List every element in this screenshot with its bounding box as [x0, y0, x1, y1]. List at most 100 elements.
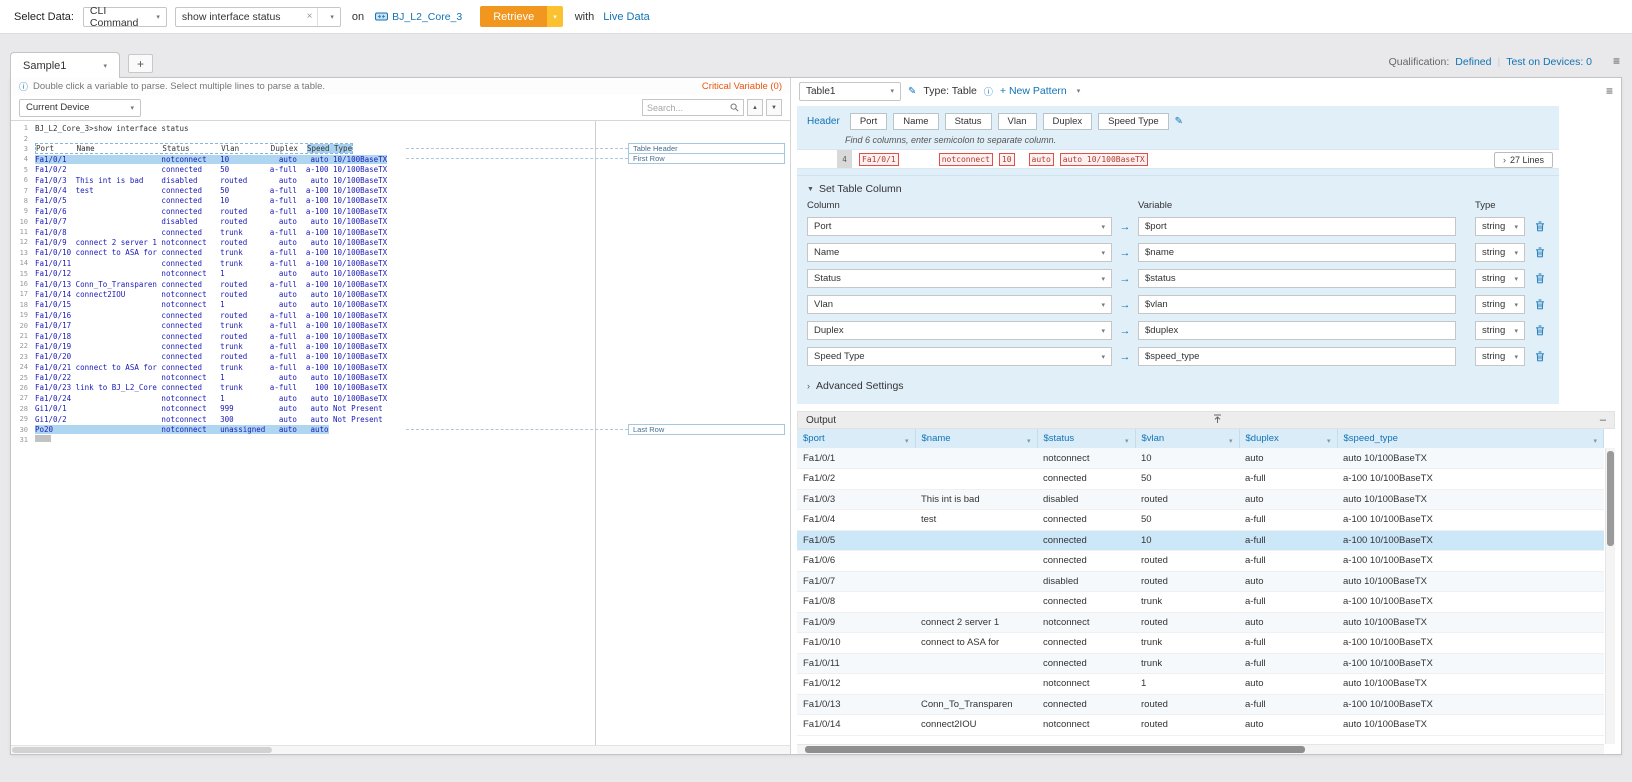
table-row[interactable]: Fa1/0/14connect2IOUnotconnectroutedautoa… [797, 715, 1604, 736]
code-line[interactable]: 4Fa1/0/1 notconnect 10 auto auto 10/100B… [11, 154, 595, 164]
code-line[interactable]: 6Fa1/0/3 This int is bad disabled routed… [11, 175, 595, 185]
code-line[interactable]: 19Fa1/0/16 connected routed a-full a-100… [11, 310, 595, 320]
type-select[interactable]: string▾ [1475, 243, 1525, 262]
code-line[interactable]: 20Fa1/0/17 connected trunk a-full a-100 … [11, 320, 595, 330]
code-line[interactable]: 9Fa1/0/6 connected routed a-full a-100 1… [11, 206, 595, 216]
editor-horizontal-scrollbar[interactable] [11, 745, 790, 754]
output-column-header[interactable]: $speed_type▾ [1337, 429, 1604, 448]
tabbar-menu-icon[interactable]: ≡ [1613, 54, 1620, 68]
code-line[interactable]: 11Fa1/0/8 connected trunk a-full a-100 1… [11, 227, 595, 237]
output-column-header[interactable]: $status▾ [1037, 429, 1135, 448]
delete-column-button[interactable] [1535, 351, 1545, 362]
code-line[interactable]: 5Fa1/0/2 connected 50 a-full a-100 10/10… [11, 165, 595, 175]
code-line[interactable]: 1BJ_L2_Core_3>show interface status [11, 123, 595, 133]
output-column-header[interactable]: $vlan▾ [1135, 429, 1239, 448]
advanced-settings-toggle[interactable]: › Advanced Settings [797, 370, 1559, 402]
command-input[interactable]: show interface status × ▾ [175, 7, 341, 27]
column-select[interactable]: Duplex▾ [807, 321, 1112, 340]
output-column-header[interactable]: $name▾ [915, 429, 1037, 448]
code-line[interactable]: 27Fa1/0/24 notconnect 1 auto auto 10/100… [11, 393, 595, 403]
table-row[interactable]: Fa1/0/1notconnect10autoauto 10/100BaseTX [797, 448, 1604, 469]
annotation-last-row[interactable]: Last Row [628, 424, 785, 435]
code-line[interactable]: 30Po20 notconnect unassigned auto auto [11, 424, 595, 434]
sample-line-row[interactable]: 4 Fa1/0/1notconnect10autoauto 10/100Base… [797, 149, 1559, 169]
table-row[interactable]: Fa1/0/7disabledroutedautoauto 10/100Base… [797, 571, 1604, 592]
code-line[interactable]: 18Fa1/0/15 notconnect 1 auto auto 10/100… [11, 300, 595, 310]
column-select[interactable]: Status▾ [807, 269, 1112, 288]
code-line[interactable]: 2 [11, 133, 595, 143]
delete-column-button[interactable] [1535, 299, 1545, 310]
lines-expand-button[interactable]: › 27 Lines [1494, 152, 1553, 168]
header-column-chip[interactable]: Name [893, 113, 938, 130]
type-select[interactable]: string▾ [1475, 321, 1525, 340]
variable-input[interactable]: $port [1138, 217, 1456, 236]
edit-pattern-icon[interactable]: ✎ [908, 86, 916, 97]
code-line[interactable]: 21Fa1/0/18 connected routed a-full a-100… [11, 331, 595, 341]
variable-input[interactable]: $duplex [1138, 321, 1456, 340]
find-next-button[interactable]: ▼ [766, 99, 782, 116]
table-row[interactable]: Fa1/0/4testconnected50a-fulla-100 10/100… [797, 510, 1604, 531]
delete-column-button[interactable] [1535, 221, 1545, 232]
device-link[interactable]: BJ_L2_Core_3 [375, 11, 462, 23]
tab-sample1[interactable]: Sample1 ▾ [10, 52, 120, 78]
header-column-chip[interactable]: Duplex [1043, 113, 1093, 130]
code-line[interactable]: 24Fa1/0/21 connect to ASA for connected … [11, 362, 595, 372]
qualification-value-link[interactable]: Defined [1455, 56, 1491, 68]
table-row[interactable]: Fa1/0/11connectedtrunka-fulla-100 10/100… [797, 653, 1604, 674]
header-column-chip[interactable]: Port [850, 113, 887, 130]
sample-token[interactable]: 10 [999, 153, 1015, 166]
code-line[interactable]: 16Fa1/0/13 Conn_To_Transparen connected … [11, 279, 595, 289]
find-previous-button[interactable]: ▲ [747, 99, 763, 116]
delete-column-button[interactable] [1535, 273, 1545, 284]
table-row[interactable]: Fa1/0/6connectedrouteda-fulla-100 10/100… [797, 551, 1604, 572]
type-select[interactable]: string▾ [1475, 269, 1525, 288]
code-line[interactable]: 8Fa1/0/5 connected 10 a-full a-100 10/10… [11, 196, 595, 206]
column-select[interactable]: Name▾ [807, 243, 1112, 262]
collapse-icon[interactable]: – [1600, 414, 1606, 426]
test-on-devices-link[interactable]: Test on Devices: 0 [1506, 56, 1592, 68]
code-line[interactable]: 31 [11, 435, 595, 445]
sample-token[interactable]: Fa1/0/1 [859, 153, 899, 166]
scrollbar-thumb[interactable] [12, 747, 272, 753]
table-row[interactable]: Fa1/0/9connect 2 server 1notconnectroute… [797, 612, 1604, 633]
code-line[interactable]: 28Gi1/0/1 notconnect 999 auto auto Not P… [11, 404, 595, 414]
annotation-first-row[interactable]: First Row [628, 153, 785, 164]
sample-token[interactable]: auto 10/100BaseTX [1060, 153, 1148, 166]
table-row[interactable]: Fa1/0/13Conn_To_Transparenconnectedroute… [797, 694, 1604, 715]
table-row[interactable]: Fa1/0/5connected10a-fulla-100 10/100Base… [797, 530, 1604, 551]
table-row[interactable]: Fa1/0/2connected50a-fulla-100 10/100Base… [797, 469, 1604, 490]
code-line[interactable]: 12Fa1/0/9 connect 2 server 1 notconnect … [11, 237, 595, 247]
code-line[interactable]: 17Fa1/0/14 connect2IOU notconnect routed… [11, 289, 595, 299]
header-column-chip[interactable]: Speed Type [1098, 113, 1169, 130]
code-line[interactable]: 26Fa1/0/23 link to BJ_L2_Core connected … [11, 383, 595, 393]
command-type-select[interactable]: CLI Command ▾ [83, 7, 167, 27]
critical-variable-link[interactable]: Critical Variable (0) [702, 81, 782, 92]
table-row[interactable]: Fa1/0/3This int is baddisabledroutedauto… [797, 489, 1604, 510]
device-scope-select[interactable]: Current Device ▾ [19, 99, 141, 117]
code-line[interactable]: 3Port Name Status Vlan Duplex Speed Type [11, 144, 595, 154]
sample-token[interactable]: notconnect [939, 153, 993, 166]
code-line[interactable]: 25Fa1/0/22 notconnect 1 auto auto 10/100… [11, 372, 595, 382]
live-data-link[interactable]: Live Data [603, 11, 649, 23]
code-line[interactable]: 29Gi1/0/2 notconnect 300 auto auto Not P… [11, 414, 595, 424]
clear-icon[interactable]: × [302, 11, 318, 22]
new-pattern-link[interactable]: + New Pattern ▾ [1000, 85, 1080, 97]
variable-input[interactable]: $status [1138, 269, 1456, 288]
export-icon[interactable] [836, 414, 1600, 427]
table-row[interactable]: Fa1/0/10connect to ASA forconnectedtrunk… [797, 633, 1604, 654]
scrollbar-thumb[interactable] [1607, 451, 1614, 546]
type-select[interactable]: string▾ [1475, 347, 1525, 366]
edit-header-icon[interactable]: ✎ [1175, 116, 1183, 127]
variable-input[interactable]: $speed_type [1138, 347, 1456, 366]
output-column-header[interactable]: $port▾ [797, 429, 915, 448]
column-select[interactable]: Speed Type▾ [807, 347, 1112, 366]
table-row[interactable]: Fa1/0/12notconnect1autoauto 10/100BaseTX [797, 674, 1604, 695]
column-select[interactable]: Vlan▾ [807, 295, 1112, 314]
code-line[interactable]: 23Fa1/0/20 connected routed a-full a-100… [11, 352, 595, 362]
code-line[interactable]: 13Fa1/0/10 connect to ASA for connected … [11, 248, 595, 258]
header-column-chip[interactable]: Status [945, 113, 992, 130]
variable-input[interactable]: $name [1138, 243, 1456, 262]
code-line[interactable]: 15Fa1/0/12 notconnect 1 auto auto 10/100… [11, 268, 595, 278]
table-row[interactable]: Fa1/0/8connectedtrunka-fulla-100 10/100B… [797, 592, 1604, 613]
code-line[interactable]: 22Fa1/0/19 connected trunk a-full a-100 … [11, 341, 595, 351]
